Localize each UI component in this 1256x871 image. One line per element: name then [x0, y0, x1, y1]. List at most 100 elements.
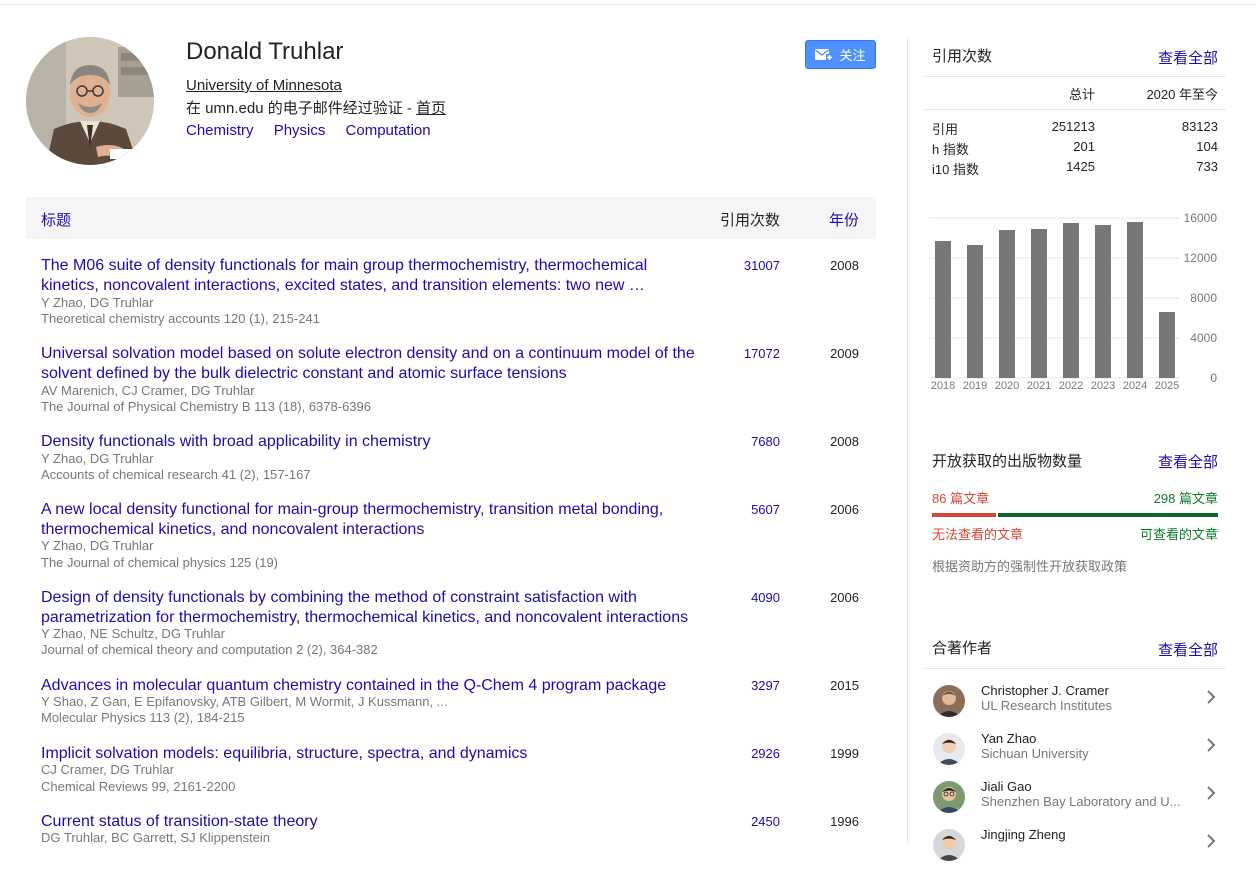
mandate-note: 根据资助方的强制性开放获取政策: [932, 559, 1128, 574]
open-access-heading: 开放获取的出版物数量: [932, 453, 1083, 470]
divider: [925, 76, 1226, 77]
coauthor-name: Jiali Gao: [981, 779, 1032, 794]
cited-by-link[interactable]: 2926: [751, 746, 780, 761]
article-title[interactable]: A new local density functional for main-…: [41, 500, 701, 540]
cited-by-link[interactable]: 3297: [751, 678, 780, 693]
article-year: 2008: [830, 434, 859, 449]
citations-view-all[interactable]: 查看全部: [1158, 47, 1218, 68]
coauthor-affiliation: UL Research Institutes: [981, 698, 1113, 713]
article-year: 2009: [830, 346, 859, 361]
article-venue: The Journal of chemical physics 125 (19): [41, 555, 279, 570]
unavailable-label[interactable]: 无法查看的文章: [932, 524, 1023, 543]
unavailable-bar: [932, 513, 996, 517]
article-year: 1999: [830, 746, 859, 761]
metric-total: 251213: [1051, 119, 1095, 134]
chart-bar-2024[interactable]: [1127, 222, 1143, 378]
chart-x-tick-label: 2019: [963, 380, 987, 392]
profile-avatar: [26, 37, 154, 165]
article-authors: Y Shao, Z Gan, E Epifanovsky, ATB Gilber…: [41, 694, 448, 709]
metric-total: 201: [1073, 139, 1095, 154]
chevron-right-icon: [1207, 738, 1216, 752]
interest-link-computation[interactable]: Computation: [346, 122, 431, 139]
chart-bar-2018[interactable]: [935, 241, 951, 378]
article-title[interactable]: Implicit solvation models: equilibria, s…: [41, 744, 701, 764]
coauthor-item[interactable]: Jingjing Zheng: [925, 827, 1225, 871]
metric-since: 104: [1196, 139, 1218, 154]
coauthor-name: Yan Zhao: [981, 731, 1037, 746]
chart-y-tick-label: 12000: [1184, 251, 1218, 265]
coauthors-view-all[interactable]: 查看全部: [1158, 639, 1218, 660]
article-venue: Molecular Physics 113 (2), 184-215: [41, 710, 245, 725]
article-venue: Theoretical chemistry accounts 120 (1), …: [41, 311, 320, 326]
chart-bar-2020[interactable]: [999, 230, 1015, 378]
available-bar: [998, 513, 1218, 517]
cited-by-link[interactable]: 4090: [751, 590, 780, 605]
affiliation-link[interactable]: University of Minnesota: [186, 77, 342, 94]
article-year: 2006: [830, 590, 859, 605]
coauthor-avatar: [933, 829, 965, 861]
article-title[interactable]: Advances in molecular quantum chemistry …: [41, 676, 701, 696]
interest-link-chemistry[interactable]: Chemistry: [186, 122, 254, 139]
article-title[interactable]: The M06 suite of density functionals for…: [41, 256, 701, 296]
chart-bar-2023[interactable]: [1095, 225, 1111, 378]
chevron-right-icon: [1207, 834, 1216, 848]
article-title[interactable]: Universal solvation model based on solut…: [41, 344, 701, 384]
chart-x-tick-label: 2025: [1155, 380, 1179, 392]
email-verified-text: 在 umn.edu 的电子邮件经过验证 -: [186, 100, 417, 117]
coauthor-item[interactable]: Jiali Gao Shenzhen Bay Laboratory and U.…: [925, 779, 1225, 823]
metric-label[interactable]: h 指数: [932, 139, 969, 158]
chart-x-tick-label: 2024: [1123, 380, 1147, 392]
coauthor-affiliation: Sichuan University: [981, 746, 1089, 761]
chart-bar-2022[interactable]: [1063, 223, 1079, 378]
metric-total: 1425: [1066, 159, 1095, 174]
col-since: 2020 年至今: [1146, 87, 1218, 102]
article-authors: Y Zhao, DG Truhlar: [41, 538, 154, 553]
metric-since: 733: [1196, 159, 1218, 174]
open-access-view-all[interactable]: 查看全部: [1158, 451, 1218, 472]
article-year: 1996: [830, 814, 859, 829]
article-authors: AV Marenich, CJ Cramer, DG Truhlar: [41, 383, 255, 398]
article-title[interactable]: Current status of transition-state theor…: [41, 812, 701, 832]
chart-bar-2025[interactable]: [1159, 312, 1175, 378]
article-venue: Chemical Reviews 99, 2161-2200: [41, 779, 236, 794]
follow-button[interactable]: 关注: [805, 40, 876, 69]
article-title[interactable]: Density functionals with broad applicabi…: [41, 432, 701, 452]
chart-x-tick-label: 2018: [931, 380, 955, 392]
cited-by-link[interactable]: 2450: [751, 814, 780, 829]
coauthor-item[interactable]: Christopher J. Cramer UL Research Instit…: [925, 683, 1225, 727]
metric-label[interactable]: 引用: [932, 119, 958, 138]
sidebar-divider: [907, 38, 908, 845]
article-venue: The Journal of Physical Chemistry B 113 …: [41, 399, 371, 414]
available-count: 298 篇文章: [1153, 491, 1218, 506]
sort-by-title[interactable]: 标题: [41, 209, 71, 230]
sort-by-year[interactable]: 年份: [829, 209, 859, 230]
cited-by-link[interactable]: 31007: [744, 258, 780, 273]
citations-heading: 引用次数: [932, 48, 993, 65]
article-year: 2015: [830, 678, 859, 693]
homepage-link[interactable]: 首页: [416, 100, 446, 117]
chevron-right-icon: [1207, 786, 1216, 800]
coauthor-item[interactable]: Yan Zhao Sichuan University: [925, 731, 1225, 775]
article-authors: Y Zhao, NE Schultz, DG Truhlar: [41, 626, 225, 641]
sort-by-cited[interactable]: 引用次数: [720, 209, 780, 230]
chart-y-tick-label: 16000: [1184, 211, 1218, 225]
col-total: 总计: [1068, 87, 1095, 102]
interest-link-physics[interactable]: Physics: [274, 122, 326, 139]
top-divider: [0, 4, 1256, 5]
coauthor-avatar: [933, 781, 965, 813]
cited-by-link[interactable]: 5607: [751, 502, 780, 517]
chart-bar-2019[interactable]: [967, 245, 983, 378]
article-authors: CJ Cramer, DG Truhlar: [41, 762, 174, 777]
article-title[interactable]: Design of density functionals by combini…: [41, 588, 701, 628]
cited-by-link[interactable]: 7680: [751, 434, 780, 449]
mail-plus-icon: [815, 48, 834, 61]
coauthors-heading: 合著作者: [932, 640, 993, 657]
chart-x-tick-label: 2022: [1059, 380, 1083, 392]
available-label[interactable]: 可查看的文章: [1140, 524, 1218, 543]
chart-x-tick-label: 2023: [1091, 380, 1115, 392]
cited-by-link[interactable]: 17072: [744, 346, 780, 361]
metric-label[interactable]: i10 指数: [932, 159, 979, 178]
chart-bar-2021[interactable]: [1031, 229, 1047, 378]
citations-per-year-chart: 16000 12000 8000 4000 0 2018 2019 2020 2021 2022 2…: [929, 211, 1218, 392]
coauthor-affiliation: Shenzhen Bay Laboratory and U...: [981, 794, 1181, 809]
